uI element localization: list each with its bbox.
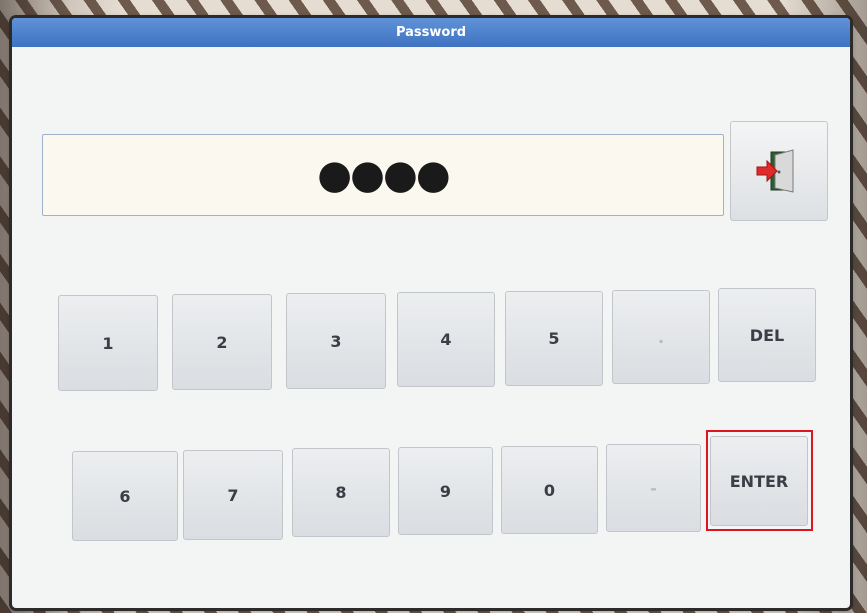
key-0[interactable]: 0 [501,446,598,534]
key-6[interactable]: 6 [72,451,178,541]
enter-button[interactable]: ENTER [710,436,808,526]
key-1[interactable]: 1 [58,295,158,391]
key-5[interactable]: 5 [505,291,603,386]
exit-button[interactable] [730,121,828,221]
key-minus[interactable]: - [606,444,701,532]
key-4[interactable]: 4 [397,292,495,387]
key-2[interactable]: 2 [172,294,272,390]
key-3[interactable]: 3 [286,293,386,389]
window-title: Password [395,25,467,40]
key-8[interactable]: 8 [292,448,390,537]
key-7[interactable]: 7 [183,450,283,540]
key-9[interactable]: 9 [398,447,493,535]
password-dialog: Password ●●●● 1 2 3 4 5 . DEL 6 7 8 9 0 … [12,18,850,608]
exit-door-icon [756,149,794,193]
delete-button[interactable]: DEL [718,288,816,382]
key-decimal-point[interactable]: . [612,290,710,384]
password-masked-value: ●●●● [317,152,451,198]
password-input[interactable]: ●●●● [42,134,724,216]
title-bar: Password [12,18,850,47]
